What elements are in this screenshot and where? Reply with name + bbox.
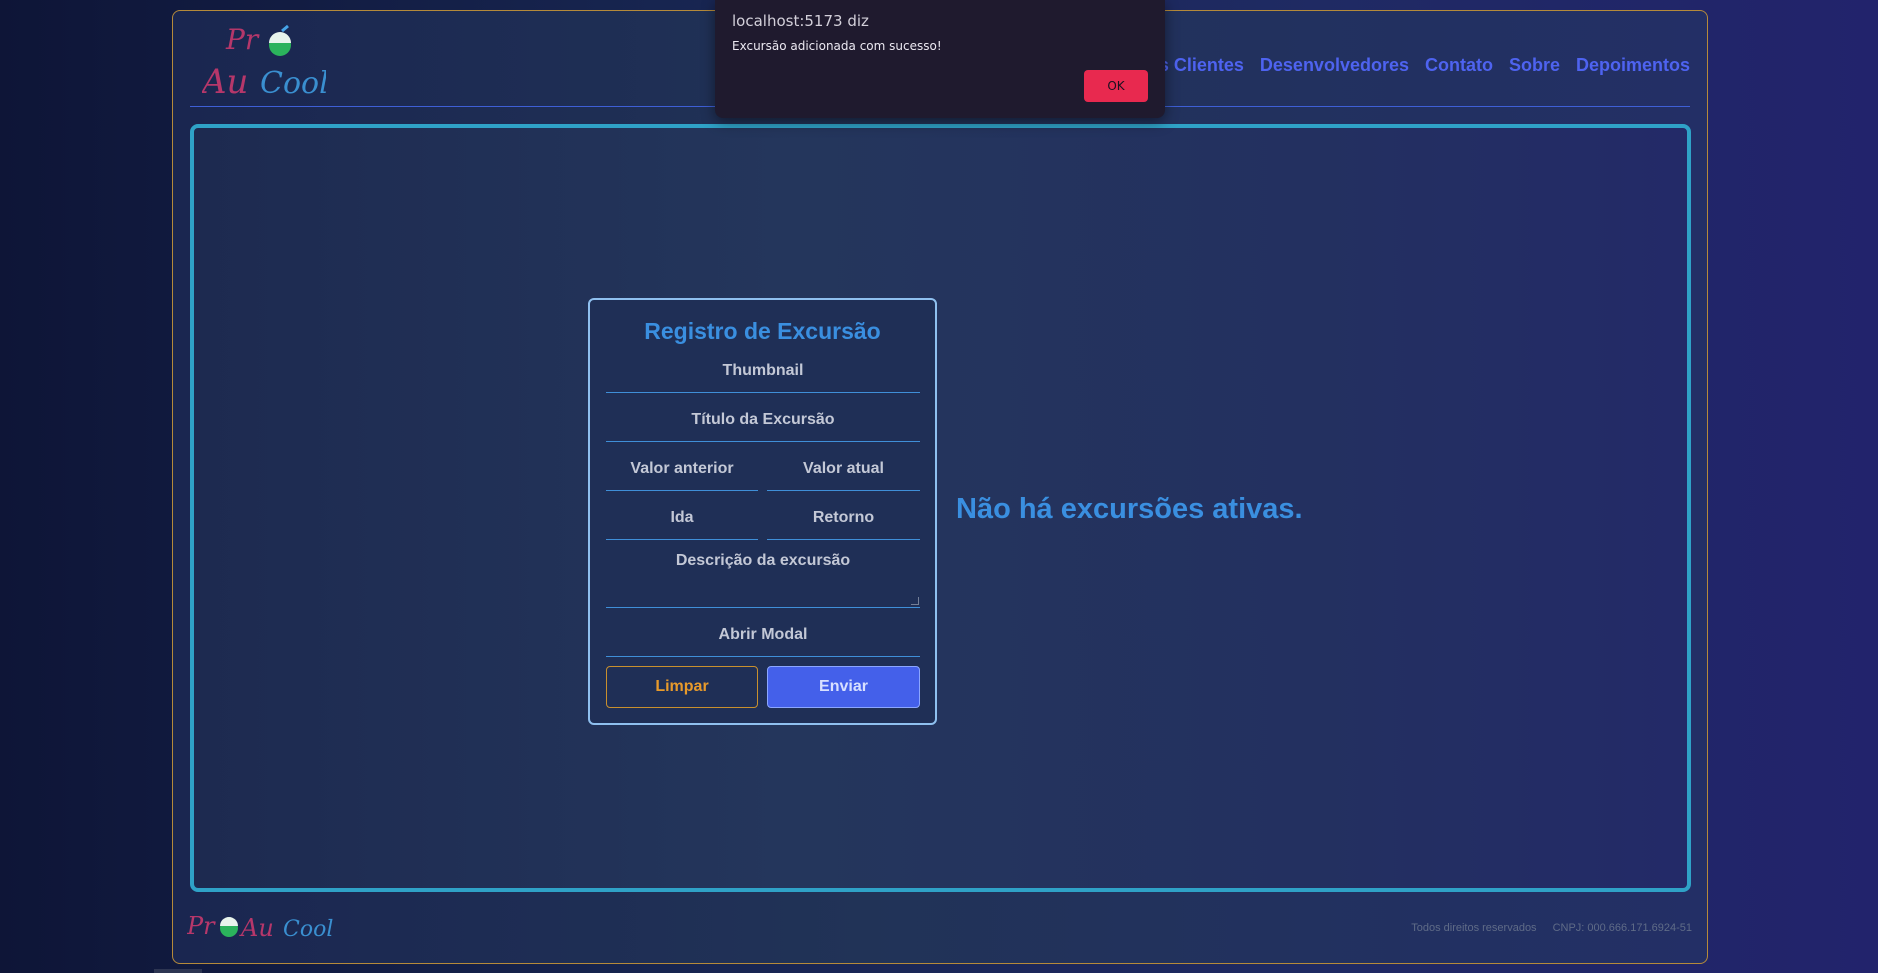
alert-dialog: localhost:5173 diz Excursão adicionada c… [715, 0, 1165, 118]
dialog-ok-button[interactable]: OK [1084, 70, 1148, 102]
excursion-form: Registro de Excursão Thumbnail Título da… [588, 298, 937, 725]
svg-text:Cool: Cool [260, 66, 326, 97]
old-price-input[interactable]: Valor anterior [606, 452, 758, 491]
nav-contact[interactable]: Contato [1425, 55, 1493, 76]
svg-text:Au: Au [239, 914, 274, 942]
dialog-message: Excursão adicionada com sucesso! [732, 39, 942, 53]
description-textarea[interactable]: Descrição da excursão [606, 546, 920, 608]
return-date-input[interactable]: Retorno [767, 501, 920, 540]
main-panel: Registro de Excursão Thumbnail Título da… [190, 124, 1691, 892]
empty-excursions-message: Não há excursões ativas. [956, 493, 1303, 525]
footer-cnpj: CNPJ: 000.666.171.6924-51 [1552, 922, 1692, 934]
svg-text:Au: Au [202, 62, 248, 97]
thumbnail-input[interactable]: Thumbnail [606, 354, 920, 393]
bottom-strip [154, 969, 202, 973]
main-nav: Possíveis Clientes Desenvolvedores Conta… [1086, 55, 1690, 76]
departure-date-input[interactable]: Ida [606, 501, 758, 540]
footer-logo: Pr Au Cool [187, 912, 333, 942]
svg-text:Pr: Pr [225, 23, 260, 56]
resize-handle-icon[interactable] [911, 597, 919, 605]
submit-button[interactable]: Enviar [767, 666, 920, 708]
nav-about[interactable]: Sobre [1509, 55, 1560, 76]
footer-rights: Todos direitos reservados [1411, 922, 1537, 934]
footer-info: Todos direitos reservados CNPJ: 000.666.… [1411, 922, 1692, 934]
dialog-origin: localhost:5173 diz [732, 12, 869, 30]
footer: Pr Au Cool Todos direitos reservados CNP… [187, 906, 1692, 946]
svg-text:Cool: Cool [283, 917, 333, 942]
open-modal-input[interactable]: Abrir Modal [606, 618, 920, 657]
nav-testimonials[interactable]: Depoimentos [1576, 55, 1690, 76]
app-frame: Pr Au Cool Possíveis Clientes Desenvolve… [172, 10, 1708, 964]
proaucool-logo[interactable]: Pr Au Cool [202, 21, 326, 97]
nav-developers[interactable]: Desenvolvedores [1260, 55, 1409, 76]
excursion-title-input[interactable]: Título da Excursão [606, 403, 920, 442]
clear-button[interactable]: Limpar [606, 666, 758, 708]
current-price-input[interactable]: Valor atual [767, 452, 920, 491]
svg-text:Pr: Pr [187, 912, 216, 940]
description-placeholder: Descrição da excursão [675, 552, 851, 569]
form-title: Registro de Excursão [644, 318, 881, 344]
